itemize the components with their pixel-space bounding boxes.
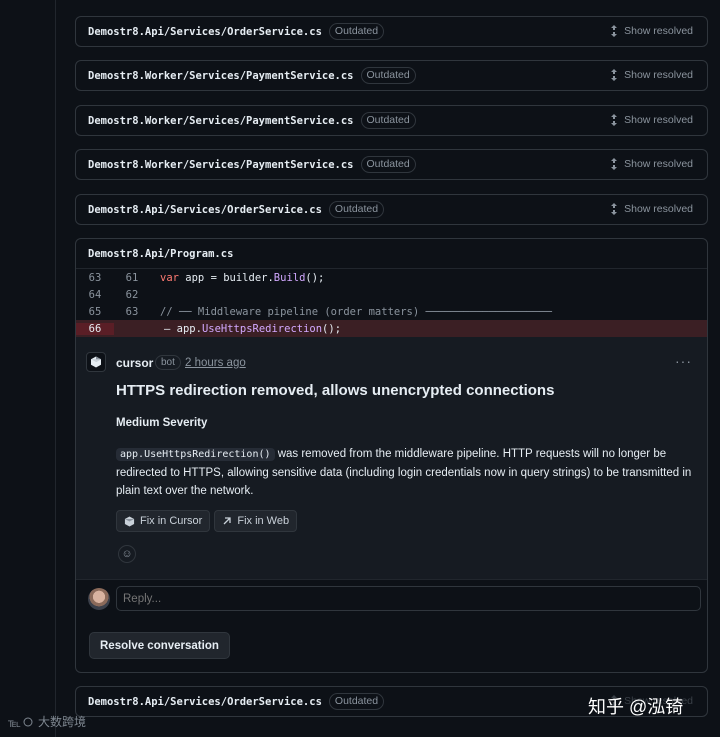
inline-code: app.UseHttpsRedirection() — [116, 448, 275, 461]
review-thread: Demostr8.Api/Program.cs 63 61 var app = … — [75, 238, 708, 673]
file-bar[interactable]: Demostr8.Worker/Services/PaymentService.… — [75, 105, 708, 136]
unfold-icon — [611, 203, 618, 215]
file-path[interactable]: Demostr8.Worker/Services/PaymentService.… — [88, 159, 354, 171]
diff-line-deleted: 66 – app.UseHttpsRedirection(); — [76, 320, 707, 337]
watermark-logo-icon: ℡ — [8, 716, 33, 729]
show-resolved-button[interactable]: Show resolved — [609, 69, 693, 81]
diff-line: 64 62 — [76, 286, 707, 303]
fix-in-web-label: Fix in Web — [237, 515, 290, 527]
outdated-badge: Outdated — [360, 112, 416, 129]
new-line-number[interactable]: 62 — [114, 289, 150, 301]
add-reaction-icon[interactable]: ☺ — [118, 545, 136, 563]
code-comment: // ── Middleware pipeline (order matters… — [160, 305, 552, 318]
show-resolved-label: Show resolved — [624, 69, 693, 81]
unfold-icon — [611, 69, 618, 81]
outdated-badge: Outdated — [328, 201, 385, 218]
cursor-logo-icon — [124, 515, 135, 527]
comment-severity: Medium Severity — [116, 417, 208, 429]
outdated-badge: Outdated — [360, 67, 416, 84]
unfold-icon — [611, 114, 618, 126]
new-line-number[interactable]: 63 — [114, 306, 150, 318]
watermark-left-text: 大数跨境 — [38, 715, 87, 729]
outdated-badge: Outdated — [328, 693, 385, 710]
outdated-badge: Outdated — [328, 23, 385, 40]
outdated-badge: Outdated — [360, 156, 416, 173]
show-resolved-button[interactable]: Show resolved — [609, 25, 693, 37]
comment-author[interactable]: cursor — [116, 356, 153, 370]
file-bar[interactable]: Demostr8.Worker/Services/PaymentService.… — [75, 149, 708, 180]
file-bar[interactable]: Demostr8.Worker/Services/PaymentService.… — [75, 60, 708, 91]
show-resolved-label: Show resolved — [624, 25, 693, 37]
watermark-left: ℡ 大数跨境 — [8, 713, 86, 730]
comment-body: app.UseHttpsRedirection() was removed fr… — [116, 448, 692, 497]
resolve-conversation-button[interactable]: Resolve conversation — [89, 632, 230, 659]
bot-badge: bot — [155, 355, 181, 370]
arrow-up-right-icon — [223, 517, 231, 525]
unfold-icon — [611, 25, 618, 37]
fix-buttons: Fix in Cursor Fix in Web — [116, 510, 298, 532]
show-resolved-button[interactable]: Show resolved — [609, 114, 693, 126]
old-line-number[interactable]: 64 — [76, 289, 114, 301]
show-resolved-button[interactable]: Show resolved — [609, 203, 693, 215]
comment-timestamp[interactable]: 2 hours ago — [185, 357, 246, 369]
review-comment: cursor bot 2 hours ago ··· HTTPS redirec… — [76, 337, 707, 579]
cursor-avatar[interactable] — [86, 352, 106, 372]
fix-in-cursor-button[interactable]: Fix in Cursor — [116, 510, 211, 532]
fix-in-web-button[interactable]: Fix in Web — [214, 510, 298, 532]
new-line-number[interactable]: 61 — [114, 272, 150, 284]
comment-title: HTTPS redirection removed, allows unencr… — [116, 382, 555, 399]
thread-file-path[interactable]: Demostr8.Api/Program.cs — [88, 248, 233, 260]
file-path[interactable]: Demostr8.Worker/Services/PaymentService.… — [88, 70, 354, 82]
old-line-number[interactable]: 66 — [76, 322, 114, 335]
thread-header: Demostr8.Api/Program.cs — [76, 239, 707, 269]
watermark-right: 知乎 @泓锜 — [588, 697, 684, 717]
kebab-menu-icon[interactable]: ··· — [675, 353, 692, 369]
show-resolved-label: Show resolved — [624, 158, 693, 170]
reply-input[interactable] — [116, 586, 701, 611]
file-path[interactable]: Demostr8.Api/Services/OrderService.cs — [88, 696, 322, 708]
fix-in-cursor-label: Fix in Cursor — [140, 515, 203, 527]
unfold-icon — [611, 158, 618, 170]
show-resolved-label: Show resolved — [624, 203, 693, 215]
cursor-logo-icon — [91, 356, 101, 368]
diff-hunk: 63 61 var app = builder.Build(); 64 62 6… — [76, 269, 707, 337]
file-path[interactable]: Demostr8.Api/Services/OrderService.cs — [88, 204, 322, 216]
old-line-number[interactable]: 63 — [76, 272, 114, 284]
diff-line: 65 63 // ── Middleware pipeline (order m… — [76, 303, 707, 320]
svg-text:℡: ℡ — [8, 716, 21, 729]
code-text: – app.UseHttpsRedirection(); — [164, 322, 342, 335]
file-path[interactable]: Demostr8.Api/Services/OrderService.cs — [88, 26, 322, 38]
user-avatar[interactable] — [88, 588, 110, 610]
old-line-number[interactable]: 65 — [76, 306, 114, 318]
left-gutter-line — [55, 0, 56, 737]
diff-line: 63 61 var app = builder.Build(); — [76, 269, 707, 286]
show-resolved-label: Show resolved — [624, 114, 693, 126]
file-bar[interactable]: Demostr8.Api/Services/OrderService.cs Ou… — [75, 16, 708, 47]
code-text: var app = builder.Build(); — [160, 271, 325, 284]
file-bar[interactable]: Demostr8.Api/Services/OrderService.cs Ou… — [75, 194, 708, 225]
reply-row — [76, 579, 707, 619]
show-resolved-button[interactable]: Show resolved — [609, 158, 693, 170]
file-path[interactable]: Demostr8.Worker/Services/PaymentService.… — [88, 115, 354, 127]
